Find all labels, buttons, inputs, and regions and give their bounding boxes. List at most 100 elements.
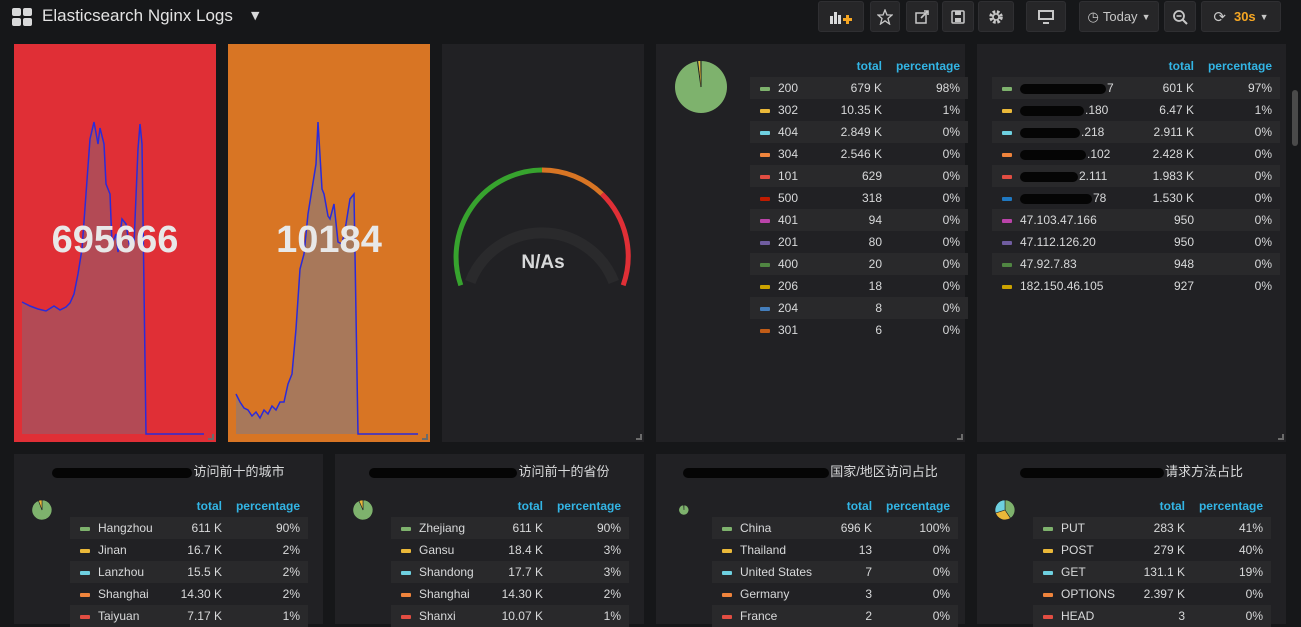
legend-series[interactable]: 206 <box>750 275 830 297</box>
legend-series[interactable]: Gansu <box>391 539 491 561</box>
series-color-swatch[interactable] <box>1043 592 1053 597</box>
legend-row[interactable]: .102 2.428 K 0% <box>992 143 1280 165</box>
legend-row[interactable]: PUT 283 K 41% <box>1033 517 1271 539</box>
legend-series[interactable]: POST <box>1033 539 1133 561</box>
series-color-swatch[interactable] <box>80 526 90 531</box>
legend-series[interactable]: HEAD <box>1033 605 1133 627</box>
series-color-swatch[interactable] <box>80 570 90 575</box>
legend-row[interactable]: 200 679 K 98% <box>750 77 968 99</box>
legend-series[interactable]: Lanzhou <box>70 561 170 583</box>
legend-series[interactable]: 304 <box>750 143 830 165</box>
legend-row[interactable]: 201 80 0% <box>750 231 968 253</box>
series-color-swatch[interactable] <box>80 614 90 619</box>
series-color-swatch[interactable] <box>1002 218 1012 223</box>
series-color-swatch[interactable] <box>760 108 770 113</box>
legend-row[interactable]: 47.103.47.166 950 0% <box>992 209 1280 231</box>
legend-row[interactable]: 47.92.7.83 948 0% <box>992 253 1280 275</box>
total-header[interactable]: total <box>170 495 230 517</box>
series-color-swatch[interactable] <box>760 174 770 179</box>
legend-row[interactable]: Taiyuan 7.17 K 1% <box>70 605 308 627</box>
legend-series[interactable]: Germany <box>712 583 820 605</box>
legend-row[interactable]: 182.150.46.105 927 0% <box>992 275 1280 297</box>
legend-row[interactable]: Hangzhou 611 K 90% <box>70 517 308 539</box>
legend-row[interactable]: 400 20 0% <box>750 253 968 275</box>
refresh-button[interactable]: ⟳ 30s ▼ <box>1201 1 1281 32</box>
legend-series[interactable]: Hangzhou <box>70 517 170 539</box>
stat-panel-requests[interactable]: 695666 <box>14 44 216 442</box>
resize-handle[interactable] <box>422 434 428 440</box>
percentage-header[interactable]: percentage <box>880 495 958 517</box>
legend-series[interactable]: .180 <box>992 99 1142 121</box>
legend-series[interactable]: Shanxi <box>391 605 491 627</box>
bottom-pie-panel[interactable]: 访问前十的省份 total percentage Zhejiang 611 K 90% Ga… <box>335 454 644 627</box>
legend-row[interactable]: 304 2.546 K 0% <box>750 143 968 165</box>
total-header[interactable]: total <box>830 55 890 77</box>
series-color-swatch[interactable] <box>722 548 732 553</box>
legend-series[interactable]: 47.92.7.83 <box>992 253 1142 275</box>
dashboard-title[interactable]: Elasticsearch Nginx Logs <box>42 6 233 26</box>
legend-row[interactable]: 47.112.126.20 950 0% <box>992 231 1280 253</box>
series-color-swatch[interactable] <box>1002 108 1012 113</box>
legend-row[interactable]: 2.111 1.983 K 0% <box>992 165 1280 187</box>
legend-row[interactable]: GET 131.1 K 19% <box>1033 561 1271 583</box>
series-color-swatch[interactable] <box>80 592 90 597</box>
total-header[interactable]: total <box>820 495 880 517</box>
series-color-swatch[interactable] <box>1043 526 1053 531</box>
series-color-swatch[interactable] <box>401 614 411 619</box>
legend-row[interactable]: United States 7 0% <box>712 561 959 583</box>
legend-series[interactable]: Shanghai <box>70 583 170 605</box>
series-color-swatch[interactable] <box>722 526 732 531</box>
legend-series[interactable]: PUT <box>1033 517 1133 539</box>
legend-row[interactable]: Jinan 16.7 K 2% <box>70 539 308 561</box>
series-color-swatch[interactable] <box>722 570 732 575</box>
legend-series[interactable]: GET <box>1033 561 1133 583</box>
series-color-swatch[interactable] <box>760 284 770 289</box>
legend-series[interactable]: 400 <box>750 253 830 275</box>
series-color-swatch[interactable] <box>1002 196 1012 201</box>
client-ip-panel[interactable]: total percentage 7 601 K 97% .180 6.47 K 1% .2… <box>977 44 1286 442</box>
bottom-pie-panel[interactable]: 国家/地区访问占比 total percentage China 696 K 100% Th… <box>656 454 965 627</box>
legend-row[interactable]: 301 6 0% <box>750 319 968 341</box>
series-color-swatch[interactable] <box>401 526 411 531</box>
legend-row[interactable]: Shanghai 14.30 K 2% <box>70 583 308 605</box>
series-color-swatch[interactable] <box>722 592 732 597</box>
panel-title[interactable]: 访问前十的城市 <box>14 461 323 480</box>
legend-series[interactable]: Shanghai <box>391 583 491 605</box>
panel-title[interactable]: 请求方法占比 <box>977 461 1286 480</box>
series-color-swatch[interactable] <box>1043 614 1053 619</box>
legend-row[interactable]: 204 8 0% <box>750 297 968 319</box>
star-button[interactable] <box>870 1 900 32</box>
legend-series[interactable]: 7 <box>992 77 1142 99</box>
legend-row[interactable]: Zhejiang 611 K 90% <box>391 517 629 539</box>
legend-series[interactable]: 302 <box>750 99 830 121</box>
legend-series[interactable]: 101 <box>750 165 830 187</box>
series-color-swatch[interactable] <box>760 86 770 91</box>
legend-row[interactable]: 78 1.530 K 0% <box>992 187 1280 209</box>
series-color-swatch[interactable] <box>1043 548 1053 553</box>
bottom-pie-panel[interactable]: 请求方法占比 total percentage PUT 283 K 41% POST 279 … <box>977 454 1286 627</box>
legend-series[interactable]: Zhejiang <box>391 517 491 539</box>
legend-row[interactable]: 302 10.35 K 1% <box>750 99 968 121</box>
stat-panel-errors[interactable]: 10184 <box>228 44 430 442</box>
legend-row[interactable]: Shandong 17.7 K 3% <box>391 561 629 583</box>
series-color-swatch[interactable] <box>1043 570 1053 575</box>
save-button[interactable] <box>942 1 974 32</box>
legend-row[interactable]: Gansu 18.4 K 3% <box>391 539 629 561</box>
legend-row[interactable]: 404 2.849 K 0% <box>750 121 968 143</box>
status-code-pie-panel[interactable]: total percentage 200 679 K 98% 302 10.35 K 1%… <box>656 44 968 442</box>
series-color-swatch[interactable] <box>1002 240 1012 245</box>
series-color-swatch[interactable] <box>1002 262 1012 267</box>
legend-row[interactable]: 7 601 K 97% <box>992 77 1280 99</box>
series-color-swatch[interactable] <box>760 196 770 201</box>
legend-series[interactable]: Jinan <box>70 539 170 561</box>
caret-down-icon[interactable]: ▼ <box>251 9 259 22</box>
legend-series[interactable]: 201 <box>750 231 830 253</box>
legend-series[interactable]: 47.112.126.20 <box>992 231 1142 253</box>
legend-row[interactable]: 500 318 0% <box>750 187 968 209</box>
percentage-header[interactable]: percentage <box>230 495 308 517</box>
series-color-swatch[interactable] <box>1002 174 1012 179</box>
legend-series[interactable]: 301 <box>750 319 830 341</box>
series-color-swatch[interactable] <box>760 306 770 311</box>
series-color-swatch[interactable] <box>1002 152 1012 157</box>
legend-row[interactable]: 206 18 0% <box>750 275 968 297</box>
